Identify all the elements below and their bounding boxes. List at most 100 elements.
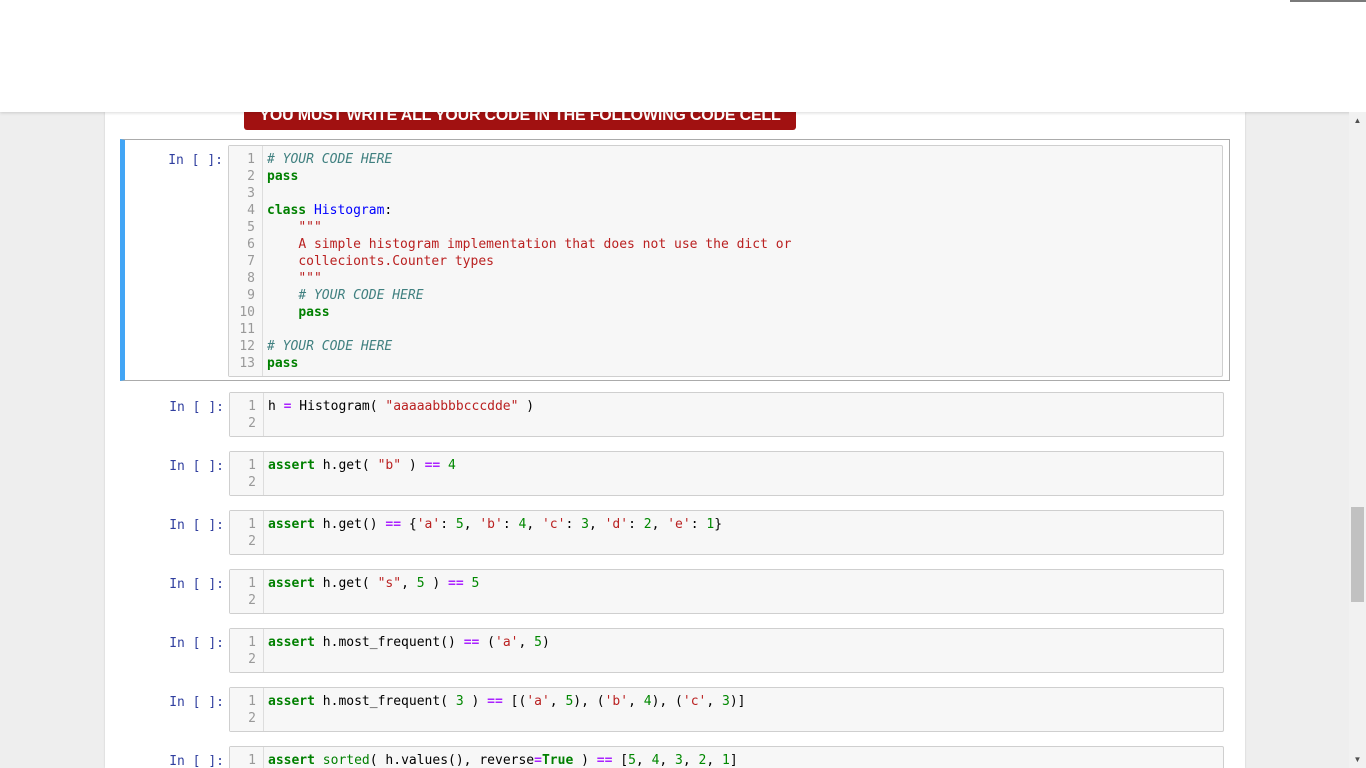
line-number: 8 [247, 271, 255, 286]
code-text: pass [298, 305, 330, 320]
line-number: 1 [247, 152, 255, 167]
code-line: 5 """ [229, 219, 1222, 236]
line-number: 2 [248, 593, 256, 608]
code-line: 4 class Histogram: [229, 202, 1222, 219]
code-editor[interactable]: 1 assert sorted( h.values(), reverse=True… [229, 746, 1224, 768]
scrollbar-thumb[interactable] [1351, 507, 1364, 602]
line-number: 5 [247, 220, 255, 235]
line-number: 7 [247, 254, 255, 269]
code-line: 1 assert h.get() == {'a': 5, 'b': 4, 'c':… [230, 516, 1223, 533]
code-line: 2 [230, 651, 1223, 668]
code-line: 2 [230, 474, 1223, 491]
code-line: 7 collecionts.Counter types [229, 253, 1222, 270]
code-line: 2 [230, 592, 1223, 609]
notebook-container: YOU MUST WRITE ALL YOUR CODE IN THE FOLL… [105, 112, 1245, 768]
code-cell[interactable]: In [ ]: 1 assert h.get( "b" ) == 4 2 [120, 445, 1230, 500]
line-number: 1 [248, 694, 256, 709]
line-number: 4 [247, 203, 255, 218]
code-editor[interactable]: 1 h = Histogram( "aaaaabbbbcccdde" ) 2 [229, 392, 1224, 437]
notebook-header [0, 0, 1366, 112]
code-line: 12 # YOUR CODE HERE [229, 338, 1222, 355]
code-line: 1 assert h.most_frequent() == ('a', 5) [230, 634, 1223, 651]
code-line: 3 [229, 185, 1222, 202]
code-text: class Histogram: [267, 203, 393, 218]
code-line: 6 A simple histogram implementation that… [229, 236, 1222, 253]
line-number: 13 [239, 356, 255, 371]
code-text: assert h.get( "b" ) == 4 [268, 458, 456, 473]
code-line: 2 [230, 415, 1223, 432]
line-number: 3 [247, 186, 255, 201]
vertical-scrollbar[interactable]: ▲ ▼ [1349, 112, 1366, 768]
code-text: """ [298, 220, 322, 235]
line-number: 12 [239, 339, 255, 354]
cell-prompt: In [ ]: [169, 577, 224, 592]
code-text: assert h.get( "s", 5 ) == 5 [268, 576, 480, 591]
code-line: 2 [230, 533, 1223, 550]
line-number: 10 [239, 305, 255, 320]
line-number: 1 [248, 576, 256, 591]
code-line: 9 # YOUR CODE HERE [229, 287, 1222, 304]
code-text: assert h.get() == {'a': 5, 'b': 4, 'c': … [268, 517, 723, 532]
line-number: 2 [248, 416, 256, 431]
line-number: 1 [248, 458, 256, 473]
code-line: 1 assert h.most_frequent( 3 ) == [('a', 5… [230, 693, 1223, 710]
code-editor[interactable]: 1 # YOUR CODE HERE 2 pass 3 4 class Histogram:… [228, 145, 1223, 377]
cell-prompt: In [ ]: [169, 518, 224, 533]
code-text: """ [298, 271, 322, 286]
line-number: 2 [247, 169, 255, 184]
code-line: 2 pass [229, 168, 1222, 185]
code-editor[interactable]: 1 assert h.most_frequent() == ('a', 5) 2 [229, 628, 1224, 673]
line-number: 9 [247, 288, 255, 303]
code-line: 1 assert h.get( "s", 5 ) == 5 [230, 575, 1223, 592]
code-editor[interactable]: 1 assert h.get() == {'a': 5, 'b': 4, 'c':… [229, 510, 1224, 555]
code-line: 1 assert sorted( h.values(), reverse=True… [230, 752, 1223, 768]
line-number: 2 [248, 711, 256, 726]
code-cell[interactable]: In [ ]: 1 assert h.most_frequent( 3 ) == [… [120, 681, 1230, 736]
code-text: # YOUR CODE HERE [267, 339, 393, 354]
code-cell[interactable]: In [ ]: 1 assert h.get() == {'a': 5, 'b': … [120, 504, 1230, 559]
code-line: 11 [229, 321, 1222, 338]
line-number: 1 [248, 635, 256, 650]
code-text: assert sorted( h.values(), reverse=True … [268, 753, 738, 768]
code-line: 1 assert h.get( "b" ) == 4 [230, 457, 1223, 474]
line-number: 2 [248, 534, 256, 549]
code-cell[interactable]: In [ ]: 1 h = Histogram( "aaaaabbbbcccdde"… [120, 386, 1230, 441]
cell-prompt: In [ ]: [169, 400, 224, 415]
code-line: 1 # YOUR CODE HERE [229, 151, 1222, 168]
code-text: # YOUR CODE HERE [298, 288, 424, 303]
cell-prompt: In [ ]: [169, 695, 224, 710]
cell-prompt: In [ ]: [169, 459, 224, 474]
code-text: assert h.most_frequent( 3 ) == [('a', 5)… [268, 694, 746, 709]
header-corner-line [1290, 0, 1366, 2]
code-line: 2 [230, 710, 1223, 727]
code-cell[interactable]: In [ ]: 1 # YOUR CODE HERE 2 pass 3 4 class His… [120, 139, 1230, 381]
code-text: collecionts.Counter types [298, 254, 494, 269]
cell-prompt: In [ ]: [168, 153, 223, 168]
line-number: 1 [248, 753, 256, 768]
code-editor[interactable]: 1 assert h.get( "s", 5 ) == 5 2 [229, 569, 1224, 614]
code-text: # YOUR CODE HERE [267, 152, 393, 167]
code-cell[interactable]: In [ ]: 1 assert sorted( h.values(), rever… [120, 740, 1230, 768]
code-text: assert h.most_frequent() == ('a', 5) [268, 635, 550, 650]
code-cell[interactable]: In [ ]: 1 assert h.most_frequent() == ('a'… [120, 622, 1230, 677]
line-number: 2 [248, 475, 256, 490]
line-number: 2 [248, 652, 256, 667]
code-line: 1 h = Histogram( "aaaaabbbbcccdde" ) [230, 398, 1223, 415]
cell-prompt: In [ ]: [169, 636, 224, 651]
line-number: 6 [247, 237, 255, 252]
code-cell[interactable]: In [ ]: 1 assert h.get( "s", 5 ) == 5 2 [120, 563, 1230, 618]
code-line: 8 """ [229, 270, 1222, 287]
cell-prompt: In [ ]: [169, 754, 224, 768]
code-editor[interactable]: 1 assert h.get( "b" ) == 4 2 [229, 451, 1224, 496]
scroll-down-arrow-icon[interactable]: ▼ [1349, 751, 1366, 768]
code-editor[interactable]: 1 assert h.most_frequent( 3 ) == [('a', 5… [229, 687, 1224, 732]
code-text: A simple histogram implementation that d… [298, 237, 792, 252]
scroll-up-arrow-icon[interactable]: ▲ [1349, 112, 1366, 129]
code-text: h = Histogram( "aaaaabbbbcccdde" ) [268, 399, 535, 414]
line-number: 1 [248, 517, 256, 532]
code-text: pass [267, 169, 299, 184]
line-number: 1 [248, 399, 256, 414]
instruction-banner: YOU MUST WRITE ALL YOUR CODE IN THE FOLL… [244, 112, 796, 130]
code-line: 10 pass [229, 304, 1222, 321]
code-line: 13 pass [229, 355, 1222, 372]
